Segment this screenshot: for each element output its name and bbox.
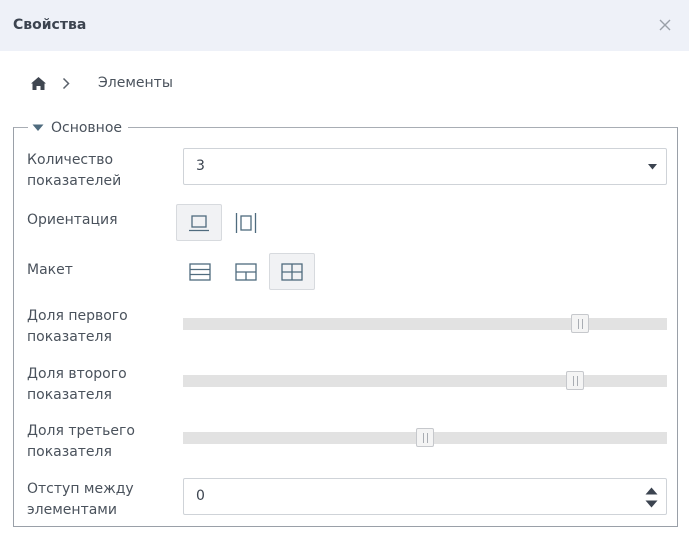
spacing-label: Отступ между элементами — [27, 481, 134, 518]
home-icon[interactable] — [30, 75, 47, 92]
indicator-count-select[interactable]: 3 — [183, 148, 667, 185]
second-share-slider[interactable] — [183, 371, 667, 390]
first-share-thumb[interactable] — [571, 314, 589, 333]
spacing-input[interactable] — [196, 488, 596, 504]
orientation-vertical-icon — [235, 212, 257, 233]
third-share-label: Доля третьего показателя — [27, 423, 135, 460]
section-legend: Основное — [51, 120, 123, 136]
panel-header: Свойства — [0, 0, 689, 51]
basic-section: Основное Количество показателей 3 Ориент… — [13, 118, 678, 527]
caret-down-icon — [32, 124, 44, 131]
second-share-label: Доля второго показателя — [27, 366, 127, 403]
layout-split-button[interactable] — [223, 253, 269, 290]
spin-down-icon[interactable] — [645, 500, 658, 508]
layout-label: Макет — [27, 262, 73, 278]
orientation-horizontal-icon — [189, 214, 209, 231]
section-toggle[interactable]: Основное — [28, 118, 129, 138]
close-icon[interactable] — [654, 14, 676, 36]
breadcrumb-current[interactable]: Элементы — [98, 75, 173, 91]
indicator-count-label: Количество показателей — [27, 152, 122, 189]
second-share-thumb[interactable] — [566, 371, 584, 390]
orientation-label: Ориентация — [27, 212, 118, 228]
layout-grid-button[interactable] — [269, 253, 315, 290]
spin-up-icon[interactable] — [645, 487, 658, 495]
orientation-vertical-button[interactable] — [223, 204, 269, 241]
dropdown-caret-icon — [648, 164, 657, 170]
third-share-slider[interactable] — [183, 428, 667, 447]
layout-rows-icon — [189, 262, 211, 281]
layout-split-icon — [235, 262, 257, 281]
third-share-thumb[interactable] — [416, 428, 434, 447]
panel-title: Свойства — [13, 17, 87, 33]
layout-rows-button[interactable] — [177, 253, 223, 290]
layout-grid-icon — [281, 262, 303, 281]
first-share-slider[interactable] — [183, 314, 667, 333]
chevron-right-icon — [61, 76, 71, 91]
orientation-horizontal-button[interactable] — [176, 204, 222, 241]
spacing-spinner — [183, 478, 667, 515]
first-share-label: Доля первого показателя — [27, 308, 128, 345]
indicator-count-value: 3 — [196, 158, 205, 174]
